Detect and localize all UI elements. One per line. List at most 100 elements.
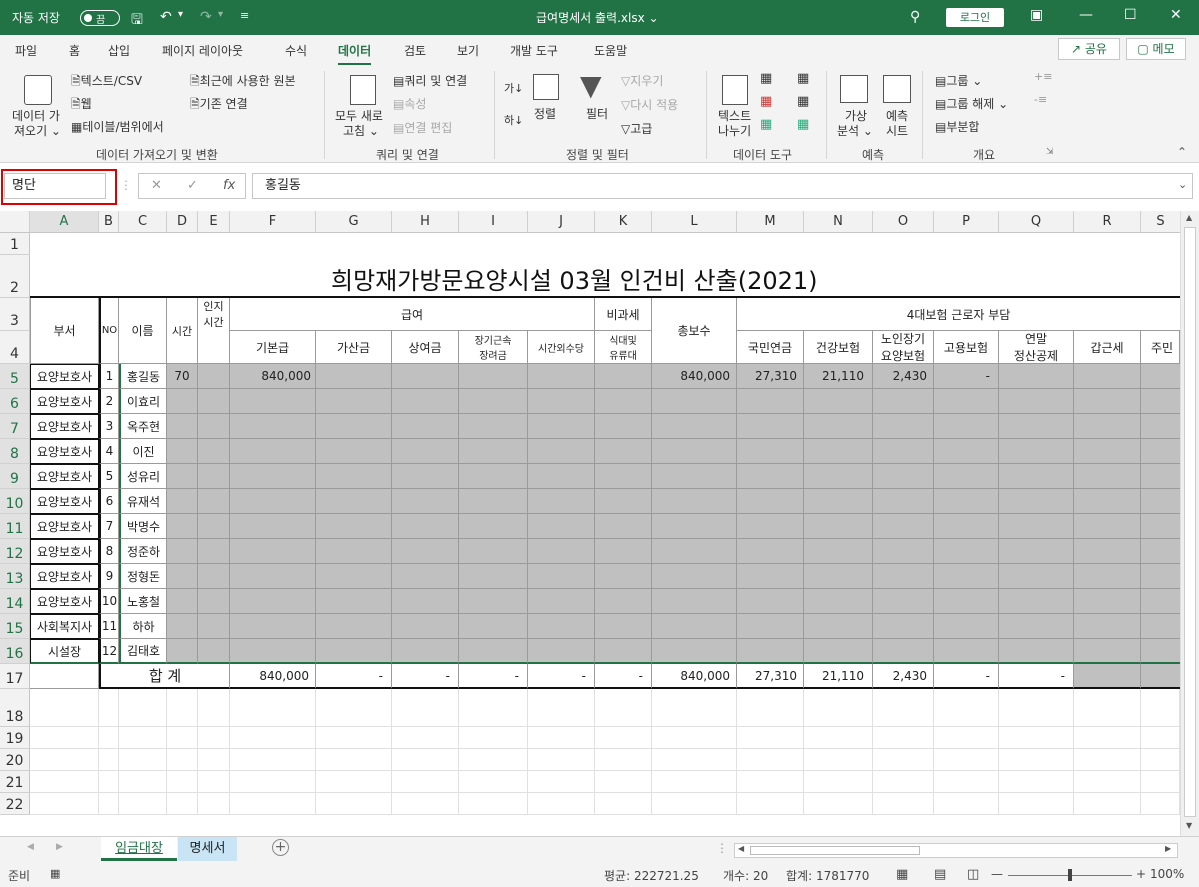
queries-connections-button[interactable]: ▤쿼리 및 연결 bbox=[393, 72, 467, 89]
cell-empty[interactable] bbox=[999, 414, 1074, 439]
scroll-down-icon[interactable]: ▼ bbox=[1186, 821, 1192, 830]
cell-no[interactable]: 12 bbox=[99, 639, 119, 664]
cell-empty[interactable] bbox=[459, 439, 528, 464]
cell-health[interactable] bbox=[804, 439, 873, 464]
cell-empty[interactable] bbox=[528, 414, 595, 439]
cell-empty[interactable] bbox=[392, 564, 459, 589]
cell-health[interactable] bbox=[804, 514, 873, 539]
empty-cell[interactable] bbox=[934, 689, 999, 727]
cell-dept[interactable]: 요양보호사 bbox=[30, 564, 99, 589]
consolidate-icon[interactable]: ▦ bbox=[797, 71, 809, 86]
empty-cell[interactable] bbox=[316, 771, 392, 793]
subtotal-button[interactable]: ▤부분합 bbox=[935, 118, 979, 135]
enter-icon[interactable]: ✓ bbox=[187, 174, 198, 198]
cell-cert[interactable] bbox=[198, 614, 230, 639]
cell-pension[interactable] bbox=[737, 614, 804, 639]
row-header-5[interactable]: 5 bbox=[0, 364, 30, 389]
empty-cell[interactable] bbox=[392, 771, 459, 793]
cell-ltc[interactable] bbox=[873, 414, 934, 439]
cell-health[interactable] bbox=[804, 414, 873, 439]
cell-name[interactable]: 하하 bbox=[119, 614, 167, 639]
share-button[interactable]: ↗ 공유 bbox=[1058, 38, 1120, 60]
cell-no[interactable]: 6 bbox=[99, 489, 119, 514]
empty-cell[interactable] bbox=[119, 771, 167, 793]
cell-employ[interactable] bbox=[934, 389, 999, 414]
cell-empty[interactable] bbox=[1141, 614, 1180, 639]
row-header-1[interactable]: 1 bbox=[0, 233, 30, 255]
cell-health[interactable] bbox=[804, 489, 873, 514]
cell-pension[interactable] bbox=[737, 539, 804, 564]
cell-ltc[interactable] bbox=[873, 589, 934, 614]
empty-cell[interactable] bbox=[1141, 689, 1180, 727]
cell-empty[interactable] bbox=[392, 414, 459, 439]
cell-name[interactable]: 유재석 bbox=[119, 489, 167, 514]
empty-cell[interactable] bbox=[392, 749, 459, 771]
cell-base[interactable] bbox=[230, 539, 316, 564]
cell-empty[interactable] bbox=[1074, 439, 1141, 464]
cell-ltc[interactable] bbox=[873, 564, 934, 589]
empty-cell[interactable] bbox=[99, 749, 119, 771]
cell-dept[interactable]: 요양보호사 bbox=[30, 389, 99, 414]
redo-dropdown-icon[interactable]: ▾ bbox=[218, 9, 223, 20]
normal-view-icon[interactable]: ▦ bbox=[896, 867, 908, 882]
cell-empty[interactable] bbox=[1141, 589, 1180, 614]
row-header-13[interactable]: 13 bbox=[0, 564, 30, 589]
save-icon[interactable]: 🖫 bbox=[131, 9, 143, 33]
cell-empty[interactable] bbox=[999, 464, 1074, 489]
cell-pension[interactable] bbox=[737, 514, 804, 539]
cell-health[interactable] bbox=[804, 589, 873, 614]
flash-fill-icon[interactable]: ▦ bbox=[760, 71, 772, 86]
cell-pension[interactable] bbox=[737, 414, 804, 439]
cell-hours[interactable] bbox=[167, 639, 198, 664]
horizontal-scroll-thumb[interactable] bbox=[750, 846, 920, 855]
empty-cell[interactable] bbox=[230, 749, 316, 771]
cell-empty[interactable] bbox=[316, 439, 392, 464]
header-health[interactable]: 건강보험 bbox=[804, 331, 873, 364]
cell-empty[interactable] bbox=[1074, 564, 1141, 589]
header-meal[interactable]: 식대및 유류대 bbox=[595, 331, 652, 364]
cell-pension[interactable] bbox=[737, 564, 804, 589]
sheet-tab-payroll[interactable]: 임금대장 bbox=[101, 837, 177, 861]
cell-total[interactable] bbox=[652, 589, 737, 614]
empty-cell[interactable] bbox=[230, 689, 316, 727]
empty-cell[interactable] bbox=[392, 727, 459, 749]
cell-empty[interactable] bbox=[528, 439, 595, 464]
zoom-out-icon[interactable]: — bbox=[991, 867, 1003, 881]
cell-hours[interactable] bbox=[167, 439, 198, 464]
empty-cell[interactable] bbox=[652, 793, 737, 815]
group-button[interactable]: ▤그룹 ⌄ bbox=[935, 72, 982, 89]
column-header-f[interactable]: F bbox=[230, 211, 316, 233]
header-income-tax[interactable]: 갑근세 bbox=[1074, 331, 1141, 364]
cell-empty[interactable] bbox=[999, 564, 1074, 589]
cell-name[interactable]: 이효리 bbox=[119, 389, 167, 414]
cell-hours[interactable] bbox=[167, 539, 198, 564]
cell-dept[interactable]: 요양보호사 bbox=[30, 464, 99, 489]
cell-empty[interactable] bbox=[999, 614, 1074, 639]
cell-empty[interactable] bbox=[459, 539, 528, 564]
sort-ascending-button[interactable]: 가↓ bbox=[504, 80, 523, 96]
cell-empty[interactable] bbox=[595, 639, 652, 664]
cell-empty[interactable] bbox=[392, 614, 459, 639]
header-overtime[interactable]: 시간외수당 bbox=[528, 331, 595, 364]
empty-cell[interactable] bbox=[873, 793, 934, 815]
row-header-12[interactable]: 12 bbox=[0, 539, 30, 564]
header-cert-hours[interactable]: 인지 시간 bbox=[198, 298, 230, 364]
cell-empty[interactable] bbox=[999, 489, 1074, 514]
cell-dept[interactable]: 요양보호사 bbox=[30, 439, 99, 464]
row-header-8[interactable]: 8 bbox=[0, 439, 30, 464]
cell-empty[interactable] bbox=[316, 564, 392, 589]
row-header-17[interactable]: 17 bbox=[0, 664, 30, 689]
cell-empty[interactable] bbox=[459, 639, 528, 664]
totals-cell[interactable]: 27,310 bbox=[737, 664, 804, 689]
horizontal-scrollbar[interactable]: ◀ ▶ bbox=[734, 843, 1178, 858]
empty-cell[interactable] bbox=[167, 727, 198, 749]
totals-cell[interactable]: 2,430 bbox=[873, 664, 934, 689]
cell-dept[interactable]: 요양보호사 bbox=[30, 489, 99, 514]
cell-name[interactable]: 이진 bbox=[119, 439, 167, 464]
cell-hours[interactable] bbox=[167, 389, 198, 414]
cell-hours[interactable] bbox=[167, 564, 198, 589]
cell-empty[interactable] bbox=[1141, 564, 1180, 589]
data-model-icon[interactable]: ▦ bbox=[797, 117, 809, 132]
row-header-4[interactable]: 4 bbox=[0, 331, 30, 364]
header-insurance[interactable]: 4대보험 근로자 부담 bbox=[737, 298, 1180, 331]
